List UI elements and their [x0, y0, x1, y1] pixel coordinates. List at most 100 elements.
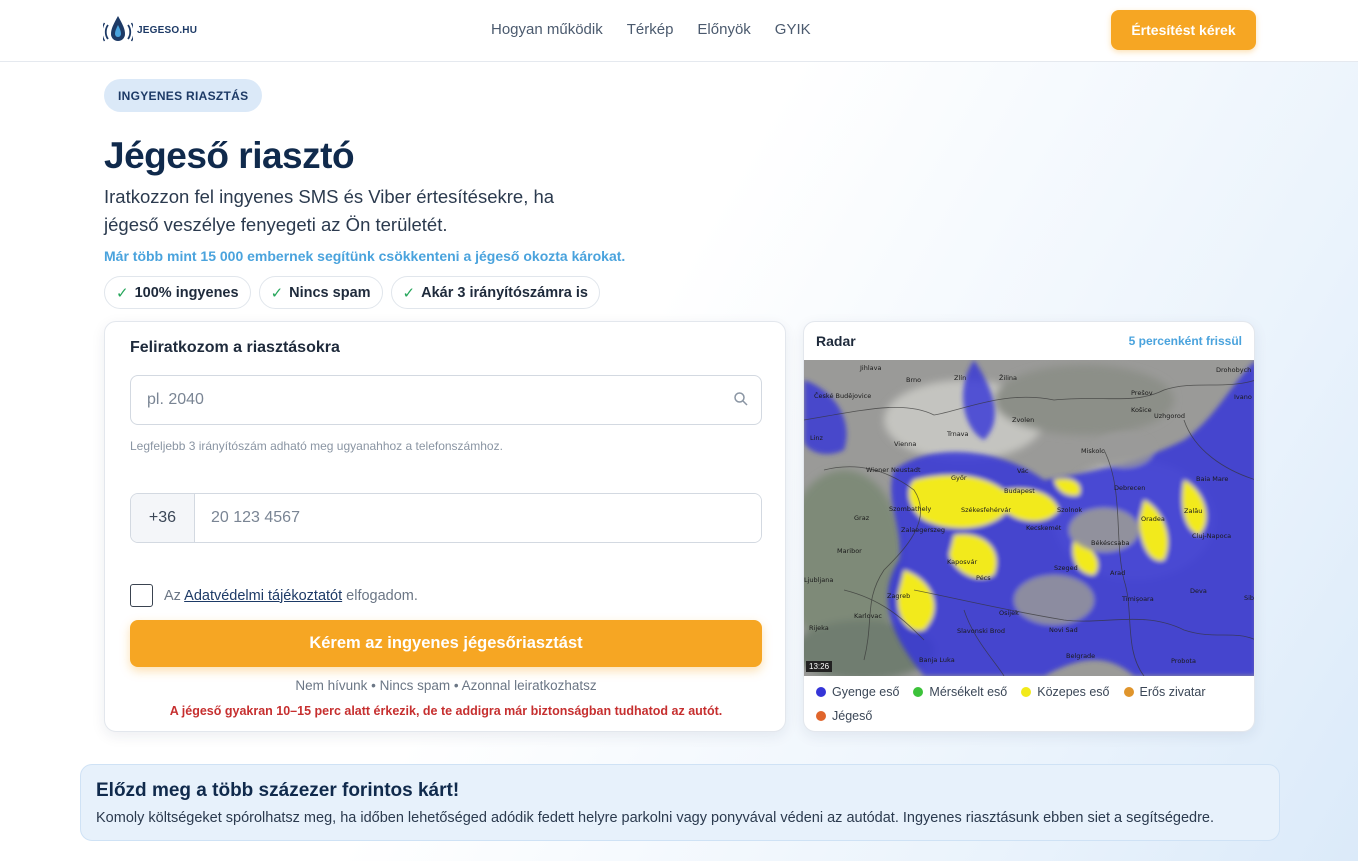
- city-label: Pécs: [976, 574, 991, 582]
- city-label: Probota: [1171, 657, 1196, 665]
- city-label: Kecskemét: [1026, 524, 1062, 532]
- badge-three-zips: ✓ Akár 3 irányítószámra is: [390, 276, 600, 309]
- city-label: Zvolen: [1012, 416, 1034, 424]
- warning-text: A jégeső gyakran 10–15 perc alatt érkezi…: [169, 704, 723, 718]
- logo-text: JEGESO.HU: [137, 24, 198, 36]
- page-title: Jégeső riasztó: [104, 135, 355, 176]
- city-label: Ljubljana: [804, 576, 833, 584]
- city-label: Osijek: [999, 609, 1019, 617]
- city-label: Drohobych: [1216, 366, 1251, 374]
- banner-title: Előzd meg a több százezer forintos kárt!: [96, 780, 460, 801]
- city-label: Békéscsaba: [1091, 539, 1129, 547]
- legend-item-hail: Jégeső: [816, 708, 872, 724]
- check-icon: ✓: [270, 284, 284, 302]
- legend-label: Erős zivatar: [1139, 685, 1206, 699]
- notify-me-button[interactable]: Értesítést kérek: [1111, 10, 1256, 50]
- zip-code-input[interactable]: [130, 375, 762, 425]
- free-alert-pill: INGYENES RIASZTÁS: [104, 79, 263, 112]
- search-icon: [734, 392, 748, 406]
- consent-suffix: elfogadom.: [346, 587, 418, 604]
- city-label: Sibiu: [1244, 594, 1255, 602]
- badge-free: ✓ 100% ingyenes: [104, 276, 251, 309]
- city-label: Cluj-Napoca: [1192, 532, 1231, 540]
- city-label: Kaposvár: [947, 558, 977, 566]
- city-label: Zalaegerszeg: [901, 526, 945, 534]
- city-label: Szeged: [1054, 564, 1078, 572]
- consent-checkbox[interactable]: [130, 584, 153, 607]
- nav-benefits[interactable]: Előnyök: [697, 21, 750, 38]
- radar-map[interactable]: Jihlava Brno Zlín Žilina Prešov Košice U…: [804, 360, 1255, 676]
- city-label: Székesfehérvár: [961, 506, 1011, 514]
- legend-item-moderate-rain: Mérsékelt eső: [913, 684, 1007, 700]
- consent-prefix: Az: [164, 587, 181, 604]
- consent-text: Az Adatvédelmi tájékoztatót elfogadom.: [164, 588, 418, 604]
- legend-dot: [816, 711, 826, 721]
- legend-label: Gyenge eső: [832, 685, 900, 699]
- city-label: Zagreb: [887, 592, 910, 600]
- city-label: Arad: [1110, 569, 1125, 577]
- badge-label: Akár 3 irányítószámra is: [421, 284, 588, 301]
- privacy-consent[interactable]: Az Adatvédelmi tájékoztatót elfogadom.: [130, 584, 418, 607]
- nav-map[interactable]: Térkép: [627, 21, 674, 38]
- city-label: Belgrade: [1066, 652, 1095, 660]
- city-label: Zalău: [1184, 507, 1202, 515]
- city-label: České Budějovice: [814, 391, 871, 400]
- city-label: Miskolc: [1081, 447, 1105, 455]
- city-label: Slavonski Brod: [957, 627, 1005, 635]
- city-label: Vác: [1017, 467, 1029, 475]
- city-label: Košice: [1131, 406, 1152, 414]
- radar-legend: Gyenge eső Mérsékelt eső Közepes eső Erő…: [816, 684, 1246, 724]
- city-label: Banja Luka: [919, 656, 955, 664]
- check-icon: ✓: [402, 284, 416, 302]
- social-proof-text: Már több mint 15 000 embernek segítünk c…: [104, 248, 626, 264]
- legend-dot: [913, 687, 924, 697]
- phone-input[interactable]: [195, 494, 761, 542]
- badge-no-spam: ✓ Nincs spam: [258, 276, 383, 309]
- banner-text: Komoly költségeket spórolhatsz meg, ha i…: [96, 810, 1215, 826]
- city-label: Debrecen: [1114, 484, 1145, 492]
- city-label: Uzhgorod: [1154, 412, 1185, 420]
- city-label: Maribor: [837, 547, 862, 555]
- legend-dot: [1021, 687, 1032, 697]
- city-label: Wiener Neustadt: [866, 466, 921, 474]
- form-title: Feliratkozom a riasztásokra: [130, 339, 340, 356]
- subscribe-submit-button[interactable]: Kérem az ingyenes jégesőriasztást: [130, 620, 762, 667]
- main-nav: Hogyan működik Térkép Előnyök GYIK: [491, 21, 811, 38]
- phone-field: +36: [130, 493, 762, 543]
- legend-item-light-rain: Gyenge eső: [816, 684, 899, 700]
- city-label: Timișoara: [1121, 595, 1154, 603]
- feature-badges: ✓ 100% ingyenes ✓ Nincs spam ✓ Akár 3 ir…: [104, 276, 600, 309]
- city-label: Graz: [854, 514, 870, 522]
- privacy-policy-link[interactable]: Adatvédelmi tájékoztatót: [184, 588, 342, 604]
- phone-prefix: +36: [131, 494, 195, 542]
- site-header: JEGESO.HU Hogyan működik Térkép Előnyök …: [0, 0, 1358, 62]
- hail-drop-logo-icon: [103, 16, 133, 42]
- legend-item-strong-storm: Erős zivatar: [1123, 684, 1206, 700]
- nav-how-it-works[interactable]: Hogyan működik: [491, 21, 603, 38]
- site-logo[interactable]: JEGESO.HU: [103, 12, 197, 48]
- assurance-text: Nem hívunk • Nincs spam • Azonnal leirat…: [295, 678, 597, 693]
- subscribe-form-card: Feliratkozom a riasztásokra Legfeljebb 3…: [104, 321, 786, 732]
- city-label: Prešov: [1131, 389, 1153, 397]
- radar-title: Radar: [816, 333, 856, 349]
- nav-faq[interactable]: GYIK: [775, 21, 811, 38]
- city-label: Ivano: [1234, 393, 1252, 401]
- city-label: Szombathely: [889, 505, 931, 513]
- city-label: Jihlava: [859, 364, 881, 372]
- legend-item-medium-rain: Közepes eső: [1021, 684, 1110, 700]
- city-label: Zlín: [954, 374, 966, 382]
- city-label: Oradea: [1141, 515, 1165, 523]
- city-label: Karlovac: [854, 612, 882, 620]
- check-icon: ✓: [116, 284, 129, 302]
- badge-label: 100% ingyenes: [134, 284, 239, 301]
- city-label: Trnava: [946, 430, 969, 438]
- city-label: Győr: [951, 473, 967, 482]
- city-label: Žilina: [999, 373, 1017, 382]
- city-label: Rijeka: [809, 624, 829, 632]
- city-label: Novi Sad: [1049, 626, 1078, 634]
- legend-label: Közepes eső: [1037, 685, 1110, 699]
- radar-timestamp: 13:26: [806, 661, 833, 672]
- zip-hint: Legfeljebb 3 irányítószám adható meg ugy…: [130, 439, 503, 453]
- page-subtitle: Iratkozzon fel ingyenes SMS és Viber ért…: [104, 186, 555, 235]
- radar-refresh-note: 5 percenként frissül: [1128, 334, 1242, 348]
